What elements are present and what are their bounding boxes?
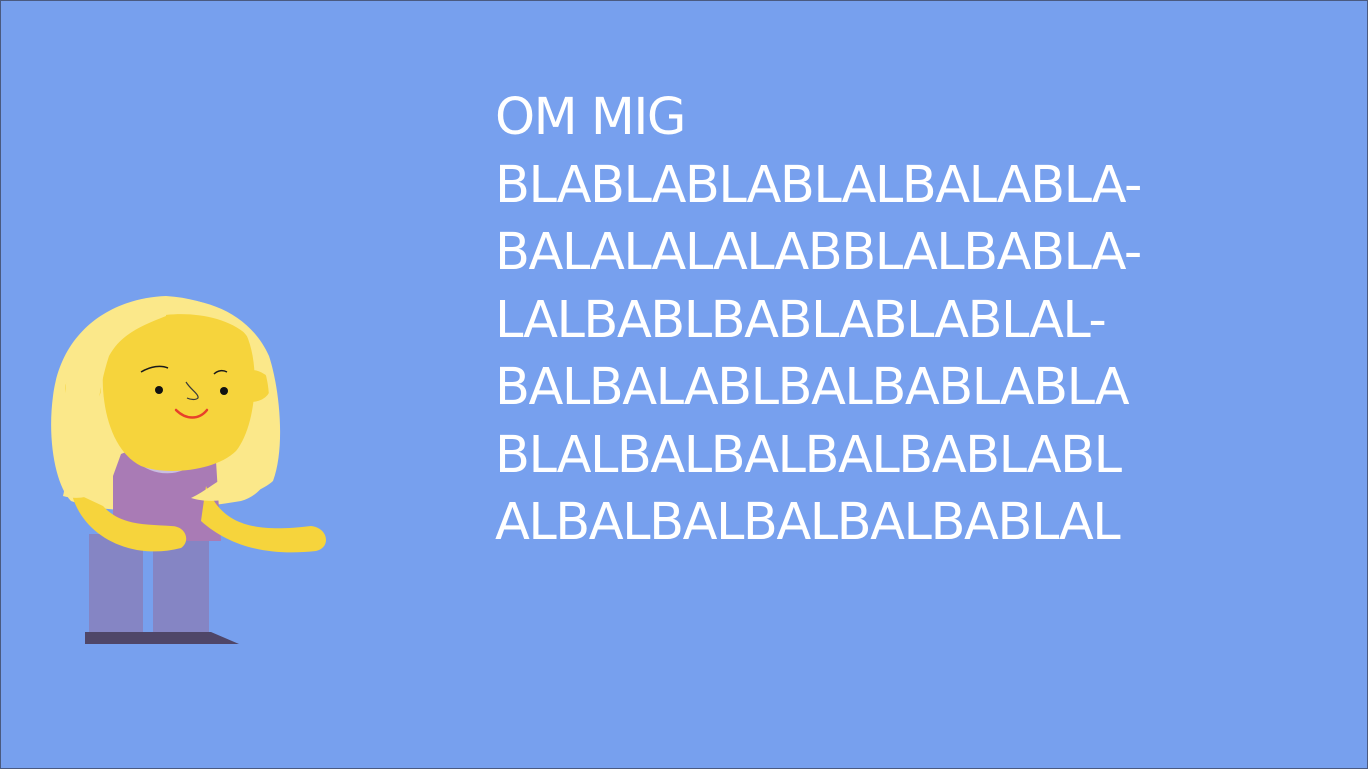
right-shoe (146, 632, 239, 644)
body-line: ALBALBALBALBALBABLAL (495, 493, 1121, 552)
head (102, 314, 255, 471)
slide-canvas: OM MIG BLABLABLABLALBALABLA- BALALALALAB… (0, 0, 1368, 769)
about-heading: OM MIG (495, 88, 686, 147)
girl-character-illustration (51, 296, 327, 644)
body-line: BALALALALABBLALBABLA- (495, 223, 1142, 282)
right-eye (220, 387, 228, 395)
about-text-block: OM MIG BLABLABLABLALBALABLA- BALALALALAB… (495, 84, 1335, 557)
body-line: BLALBALBALBALBABLABL (495, 425, 1122, 485)
body-line: BLABLABLABLALBALABLA- (495, 155, 1142, 215)
body-line: LALBABLBABLABLABLAL- (495, 290, 1107, 350)
body-line: BALBALABLBALBABLABLA (495, 358, 1130, 417)
left-eye (155, 386, 163, 394)
